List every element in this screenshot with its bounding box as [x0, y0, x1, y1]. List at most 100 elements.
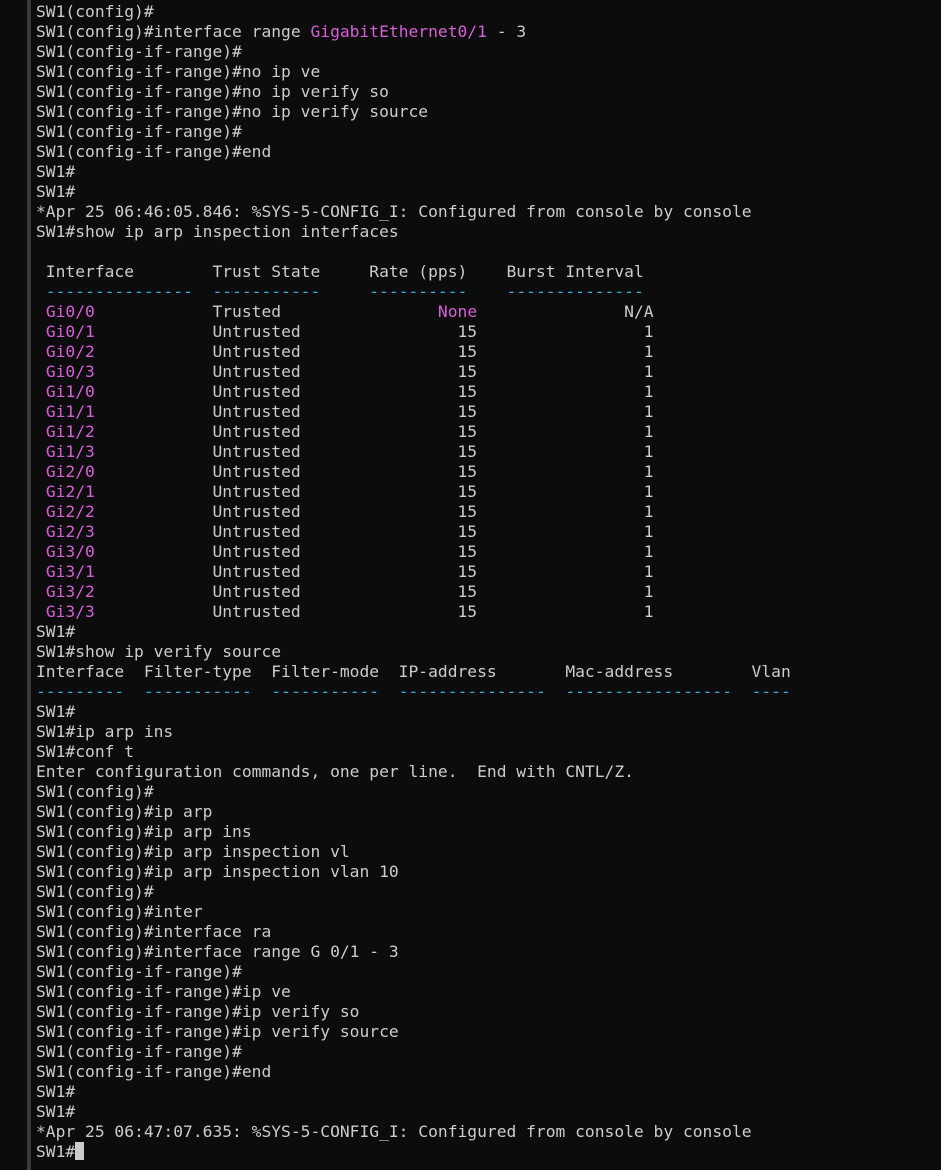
terminal-text: SW1# — [36, 622, 76, 641]
terminal-line: --------------- ----------- ---------- -… — [36, 282, 791, 302]
terminal-line: SW1(config)# — [36, 782, 791, 802]
terminal-text: SW1# — [36, 1082, 76, 1101]
terminal-output[interactable]: SW1(config)# SW1(config)#interface range … — [36, 2, 791, 1162]
terminal-text: SW1# — [36, 162, 76, 181]
terminal-text-magenta: Gi0/0 — [45, 302, 95, 321]
terminal-line: Gi0/0 Trusted None N/A — [36, 302, 791, 322]
terminal-line: SW1# — [36, 1082, 791, 1102]
terminal-text-cyan: --------------- — [36, 282, 193, 301]
terminal-text-magenta: Gi2/0 — [45, 462, 95, 481]
terminal-line: SW1#ip arp ins — [36, 722, 791, 742]
terminal-text: Interface Trust State Rate (pps) Burst I… — [36, 262, 644, 281]
terminal-line: SW1(config)#ip arp inspection vl — [36, 842, 791, 862]
terminal-text-cyan: -------------- — [506, 282, 644, 301]
terminal-line: SW1(config)#interface range G 0/1 - 3 — [36, 942, 791, 962]
terminal-text: SW1(config-if-range)#ip ve — [36, 982, 291, 1001]
terminal-line: Gi3/2 Untrusted 15 1 — [36, 582, 791, 602]
terminal-line: Gi3/1 Untrusted 15 1 — [36, 562, 791, 582]
terminal-line: *Apr 25 06:47:07.635: %SYS-5-CONFIG_I: C… — [36, 1122, 791, 1142]
terminal-line: --------- ----------- ----------- ------… — [36, 682, 791, 702]
terminal-line: SW1# — [36, 622, 791, 642]
terminal-text-cyan: ----------- — [271, 682, 380, 701]
terminal-text: SW1(config-if-range)#ip verify so — [36, 1002, 360, 1021]
terminal-line: Interface Trust State Rate (pps) Burst I… — [36, 262, 791, 282]
terminal-text: SW1(config-if-range)# — [36, 962, 242, 981]
terminal-line: SW1(config-if-range)#no ip verify so — [36, 82, 791, 102]
terminal-line: Gi2/0 Untrusted 15 1 — [36, 462, 791, 482]
terminal-text: SW1# — [36, 1142, 76, 1161]
terminal-line: SW1#show ip arp inspection interfaces — [36, 222, 791, 242]
terminal-line: SW1(config)#ip arp ins — [36, 822, 791, 842]
terminal-line: SW1(config-if-range)#ip verify so — [36, 1002, 791, 1022]
terminal-text: Untrusted 15 1 — [94, 382, 654, 401]
terminal-text: Enter configuration commands, one per li… — [36, 762, 634, 781]
terminal-text: SW1#ip arp ins — [36, 722, 174, 741]
terminal-text-magenta: Gi3/0 — [45, 542, 95, 561]
terminal-text: SW1(config-if-range)# — [36, 42, 242, 61]
terminal-text-cyan: ----------- — [212, 282, 321, 301]
terminal-text: SW1(config)#inter — [36, 902, 203, 921]
terminal-line: Enter configuration commands, one per li… — [36, 762, 791, 782]
terminal-text: SW1# — [36, 1102, 76, 1121]
terminal-line: SW1(config)#ip arp — [36, 802, 791, 822]
terminal-text: SW1(config)#ip arp — [36, 802, 213, 821]
terminal-line: Gi1/3 Untrusted 15 1 — [36, 442, 791, 462]
terminal-text: *Apr 25 06:47:07.635: %SYS-5-CONFIG_I: C… — [36, 1122, 752, 1141]
terminal-line: *Apr 25 06:46:05.846: %SYS-5-CONFIG_I: C… — [36, 202, 791, 222]
terminal-text-magenta: Gi1/3 — [45, 442, 95, 461]
terminal-line: SW1(config-if-range)# — [36, 42, 791, 62]
terminal-text-magenta: Gi0/2 — [45, 342, 95, 361]
terminal-line: SW1(config)# — [36, 882, 791, 902]
terminal-text: SW1(config)#ip arp inspection vl — [36, 842, 350, 861]
terminal-text: Untrusted 15 1 — [94, 502, 654, 521]
terminal-line: SW1(config)#inter — [36, 902, 791, 922]
terminal-text-cyan: ----------- — [143, 682, 252, 701]
terminal-text-cyan: --------------- — [398, 682, 546, 701]
terminal-text: Untrusted 15 1 — [94, 562, 654, 581]
terminal-text: Untrusted 15 1 — [94, 322, 654, 341]
terminal-text-magenta: Gi2/3 — [45, 522, 95, 541]
terminal-text-cyan: --------- — [36, 682, 125, 701]
terminal-line: Gi1/1 Untrusted 15 1 — [36, 402, 791, 422]
terminal-line: SW1(config-if-range)#ip ve — [36, 982, 791, 1002]
terminal-text: SW1(config)#ip arp ins — [36, 822, 252, 841]
terminal-text: SW1(config)#interface range G 0/1 - 3 — [36, 942, 399, 961]
terminal-line: SW1(config-if-range)# — [36, 1042, 791, 1062]
terminal-line: SW1(config-if-range)#end — [36, 142, 791, 162]
terminal-text: Untrusted 15 1 — [94, 342, 654, 361]
terminal-text-magenta: Gi2/1 — [45, 482, 95, 501]
terminal-line: SW1# — [36, 162, 791, 182]
terminal-text: Untrusted 15 1 — [94, 442, 654, 461]
terminal-text: SW1(config)# — [36, 782, 154, 801]
terminal-line: Gi0/1 Untrusted 15 1 — [36, 322, 791, 342]
terminal-text: SW1(config-if-range)#no ip verify so — [36, 82, 389, 101]
terminal-text: SW1#show ip arp inspection interfaces — [36, 222, 399, 241]
terminal-line: Gi1/0 Untrusted 15 1 — [36, 382, 791, 402]
terminal-line: Gi2/1 Untrusted 15 1 — [36, 482, 791, 502]
terminal-line: SW1(config-if-range)# — [36, 122, 791, 142]
terminal-text: SW1(config-if-range)#end — [36, 142, 272, 161]
terminal-text: SW1(config)# — [36, 882, 154, 901]
terminal-text: SW1(config-if-range)#no ip verify source — [36, 102, 429, 121]
terminal-window[interactable]: SW1(config)# SW1(config)#interface range … — [0, 0, 941, 1170]
terminal-line: SW1# — [36, 1102, 791, 1122]
terminal-line: SW1(config)#interface ra — [36, 922, 791, 942]
terminal-text: Untrusted 15 1 — [94, 462, 654, 481]
terminal-text: SW1(config-if-range)#end — [36, 1062, 272, 1081]
